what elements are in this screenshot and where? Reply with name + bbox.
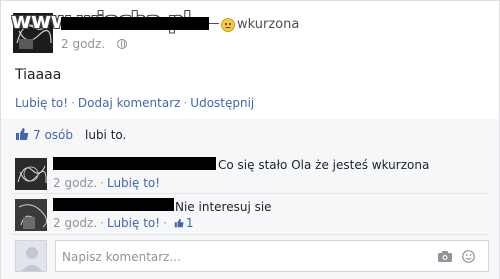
post-actions: Lubię to! · Dodaj komentarz · Udostępnij xyxy=(15,96,254,110)
thumbs-up-icon xyxy=(16,128,29,140)
current-user-avatar xyxy=(15,240,47,272)
comment-meta: 2 godz. · Lubię to! · 1 xyxy=(53,216,194,230)
post-card: www.wiocha.pl wkurzona 2 godz. Tiaaaa Lu… xyxy=(0,0,500,279)
comment-timestamp[interactable]: 2 godz. xyxy=(53,216,97,230)
redacted-commenter-name[interactable] xyxy=(53,157,216,170)
comment-avatar[interactable] xyxy=(15,199,47,231)
comment-text: Nie interesuj sie xyxy=(175,200,272,214)
action-separator: · xyxy=(183,96,188,110)
meta-separator: · xyxy=(100,176,104,190)
meta-separator: · xyxy=(163,216,167,230)
like-button[interactable]: Lubię to! xyxy=(15,96,68,110)
comment-button[interactable]: Dodaj komentarz xyxy=(78,96,181,110)
comment-like-button[interactable]: Lubię to! xyxy=(107,176,160,190)
default-avatar-icon xyxy=(16,241,46,271)
thumbs-up-icon xyxy=(174,218,184,228)
likes-count-link[interactable]: 7 osób xyxy=(33,128,73,142)
feeling-label[interactable]: wkurzona xyxy=(237,17,299,32)
comment-like-button[interactable]: Lubię to! xyxy=(107,216,160,230)
redacted-commenter-name[interactable] xyxy=(53,198,174,211)
divider xyxy=(11,193,489,194)
post-timestamp[interactable]: 2 godz. xyxy=(61,37,105,51)
avatar-image xyxy=(15,158,47,190)
emoji-icon[interactable] xyxy=(462,250,475,263)
divider xyxy=(11,234,489,235)
share-button[interactable]: Udostępnij xyxy=(190,96,254,110)
likes-summary xyxy=(1,119,499,149)
camera-icon[interactable] xyxy=(438,251,452,262)
globe-icon[interactable] xyxy=(117,39,127,49)
comment-avatar[interactable] xyxy=(15,158,47,190)
redacted-author-name[interactable] xyxy=(61,17,209,30)
likes-suffix: lubi to. xyxy=(85,128,127,142)
comment-meta: 2 godz. · Lubię to! xyxy=(53,176,160,190)
feeling-separator xyxy=(209,23,219,24)
comment-timestamp[interactable]: 2 godz. xyxy=(53,176,97,190)
post-text: Tiaaaa xyxy=(15,67,62,83)
meta-separator: · xyxy=(100,216,104,230)
comment-like-count[interactable]: 1 xyxy=(186,216,194,230)
comment-text: Co się stało Ola że jesteś wkurzona xyxy=(218,158,430,172)
avatar-image xyxy=(15,199,47,231)
unamused-face-icon xyxy=(221,18,235,32)
comment-composer[interactable] xyxy=(55,240,489,272)
action-separator: · xyxy=(71,96,75,110)
comment-input[interactable] xyxy=(62,247,422,267)
